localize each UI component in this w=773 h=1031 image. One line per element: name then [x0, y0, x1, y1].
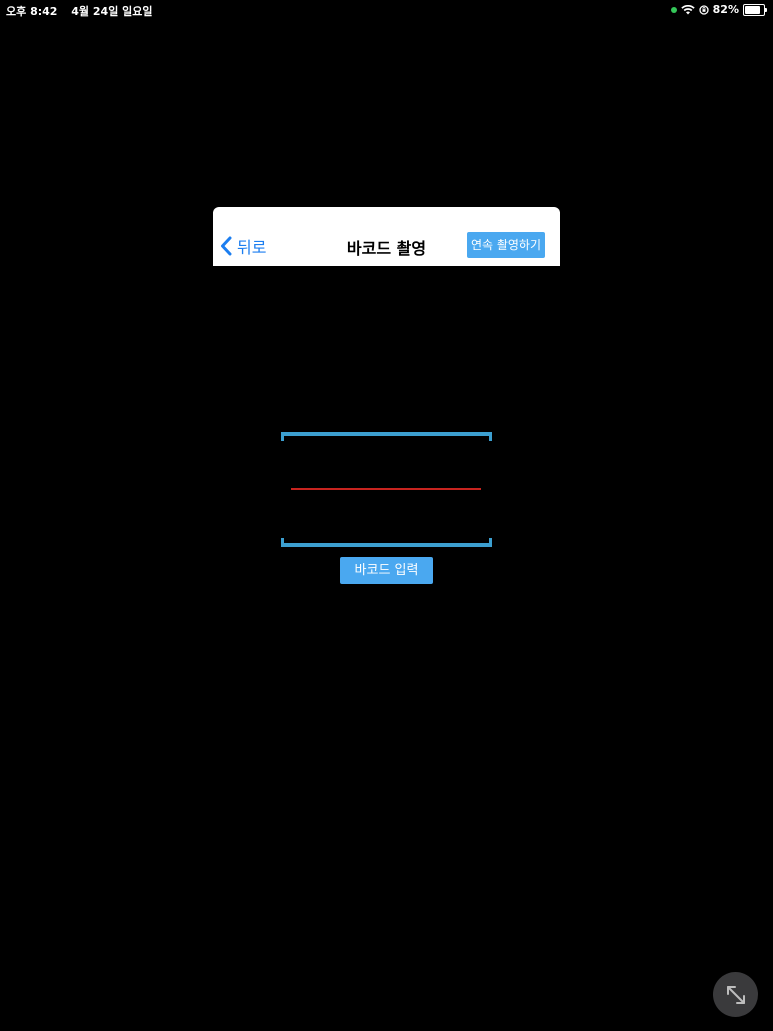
battery-icon — [743, 3, 767, 16]
battery-percent: 82% — [712, 3, 739, 16]
scan-frame-top-bracket — [281, 432, 492, 436]
status-right: 82% — [670, 3, 767, 16]
privacy-indicator-icon — [670, 6, 677, 13]
scan-frame-bottom-bracket — [281, 543, 492, 547]
wifi-icon — [680, 4, 695, 14]
status-left: 오후 8:42 4월 24일 일요일 — [6, 3, 153, 19]
expand-arrows-icon — [726, 985, 745, 1004]
status-date: 4월 24일 일요일 — [71, 5, 153, 18]
battery-level — [745, 5, 760, 14]
barcode-scanner-view: 뒤로 바코드 촬영 연속 촬영하기 바코드 입력 — [213, 207, 560, 823]
continuous-capture-button[interactable]: 연속 촬영하기 — [466, 232, 545, 258]
scan-line — [291, 488, 481, 490]
status-bar: 오후 8:42 4월 24일 일요일 82% — [0, 0, 773, 20]
scan-frame-corner — [489, 436, 492, 441]
status-time: 오후 8:42 — [6, 5, 58, 18]
barcode-input-button[interactable]: 바코드 입력 — [340, 557, 433, 584]
scan-frame-corner — [281, 436, 284, 441]
orientation-lock-icon — [699, 4, 709, 15]
navigation-bar: 뒤로 바코드 촬영 연속 촬영하기 — [213, 207, 560, 266]
scan-frame — [281, 432, 492, 547]
expand-button[interactable] — [713, 972, 758, 1017]
